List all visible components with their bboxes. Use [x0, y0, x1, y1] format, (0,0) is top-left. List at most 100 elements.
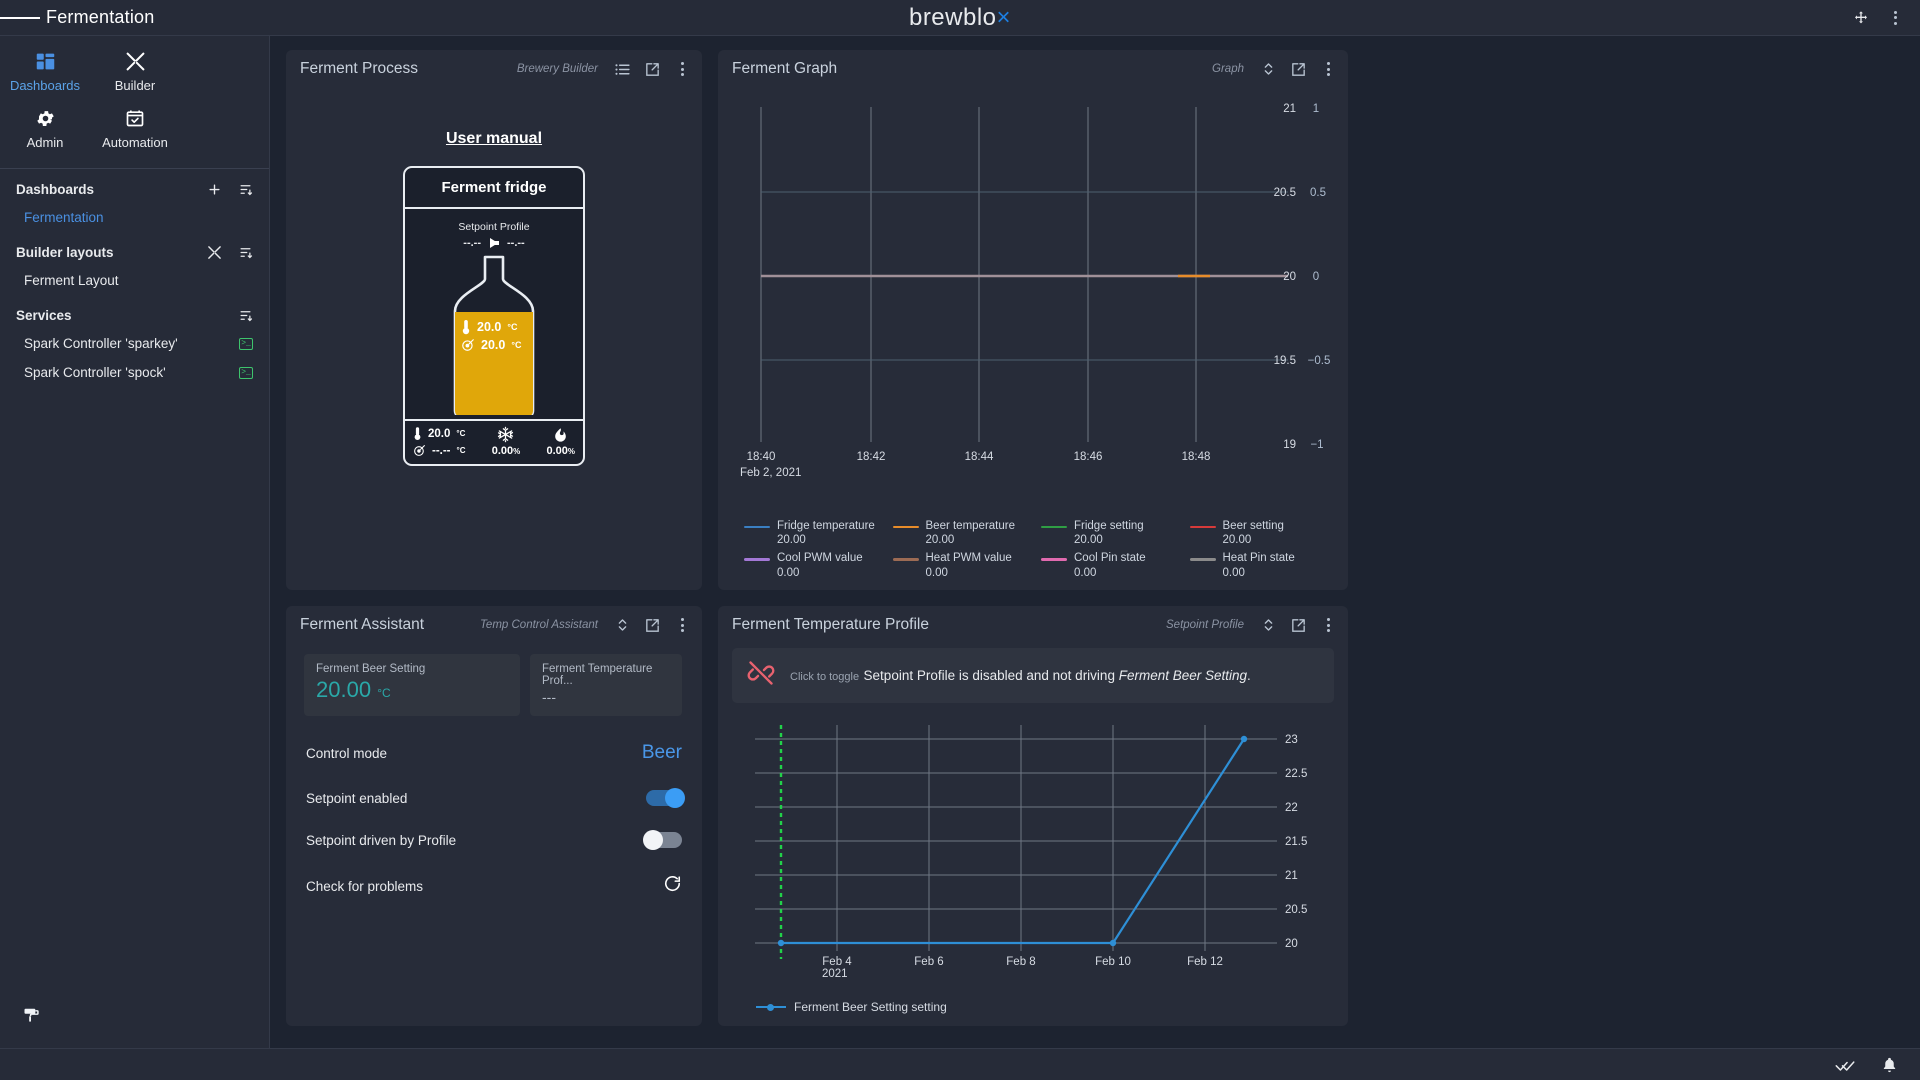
- bell-icon[interactable]: [1881, 1056, 1898, 1074]
- row-label: Setpoint driven by Profile: [306, 832, 457, 848]
- sidebar-item-admin[interactable]: Admin: [0, 101, 90, 158]
- legend-value: 0.00: [1222, 566, 1245, 579]
- card-ferment-beer-setting[interactable]: Ferment Beer Setting 20.00 °C: [304, 654, 520, 716]
- open-external-icon[interactable]: [642, 58, 662, 80]
- legend-swatch: [744, 525, 770, 528]
- svg-text:18:48: 18:48: [1182, 451, 1211, 463]
- sidebar-item-fermentation[interactable]: Fermentation: [0, 203, 269, 232]
- setpoint-driven-toggle[interactable]: [643, 830, 682, 850]
- profile-disabled-banner[interactable]: Click to toggle Setpoint Profile is disa…: [732, 648, 1334, 703]
- row-check-for-problems: Check for problems: [304, 874, 684, 898]
- legend-item[interactable]: Heat Pin state 0.00: [1189, 551, 1335, 580]
- svg-text:18:40: 18:40: [747, 451, 776, 463]
- sidebar-item-dashboards[interactable]: Dashboards: [0, 44, 90, 101]
- control-mode-value[interactable]: Beer: [642, 742, 682, 764]
- ferment-graph-plot[interactable]: 21 20.5 20 19.5 19 1 0.5 0 −0.5 −1 18:40…: [718, 88, 1348, 513]
- double-check-icon[interactable]: [1835, 1055, 1855, 1075]
- sort-icon[interactable]: [238, 308, 253, 323]
- app-body: Dashboards Builder Admin Automation Dash…: [0, 36, 1920, 1048]
- setpoint-profile-plot[interactable]: 23 22.5 22 21.5 21 20.5 20 Feb 4 Feb 6 F…: [732, 711, 1334, 1000]
- legend-item[interactable]: Heat PWM value 0.00: [892, 551, 1038, 580]
- row-label: Check for problems: [306, 878, 424, 894]
- legend-label: Fridge temperature: [777, 519, 875, 532]
- gear-icon: [0, 106, 90, 130]
- more-vertical-icon[interactable]: [672, 58, 692, 80]
- fridge-temperature-unit: °C: [456, 429, 466, 438]
- more-vertical-icon[interactable]: [672, 614, 692, 636]
- app-root: Fermentation brewblo× Dashboards Builder…: [0, 0, 1920, 1080]
- toggle-knob: [665, 788, 685, 808]
- open-external-icon[interactable]: [642, 614, 662, 636]
- brand-x-icon: ×: [996, 3, 1012, 31]
- open-external-icon[interactable]: [1288, 614, 1308, 636]
- sidebar-footer: [0, 1005, 269, 1048]
- more-vertical-icon[interactable]: [1318, 614, 1338, 636]
- svg-text:−1: −1: [1310, 439, 1323, 451]
- more-vertical-icon[interactable]: [1318, 58, 1338, 80]
- svg-text:19.5: 19.5: [1274, 355, 1296, 367]
- fridge-setting-unit: °C: [456, 446, 466, 455]
- expand-vertical-icon[interactable]: [1258, 58, 1278, 80]
- banner-hint: Click to toggle: [790, 670, 860, 683]
- legend-item[interactable]: Fridge setting 20.00: [1041, 519, 1186, 548]
- section-title: Builder layouts: [16, 245, 114, 260]
- legend-item[interactable]: Cool PWM value 0.00: [744, 551, 889, 580]
- tools-icon[interactable]: [207, 245, 222, 260]
- fridge-setting-value: --.--: [432, 444, 451, 457]
- legend-item[interactable]: Fridge temperature 20.00: [744, 519, 889, 548]
- list-icon[interactable]: [612, 58, 632, 80]
- legend-item[interactable]: Beer setting 20.00: [1189, 519, 1335, 548]
- sidebar-item-label: Dashboards: [9, 78, 81, 93]
- legend-value: 0.00: [777, 566, 800, 579]
- sidebar-item-ferment-layout[interactable]: Ferment Layout: [0, 266, 269, 295]
- sort-icon[interactable]: [238, 245, 253, 260]
- sort-icon[interactable]: [238, 182, 253, 197]
- sidebar-item-automation[interactable]: Automation: [90, 101, 180, 158]
- ferment-fridge-diagram[interactable]: Ferment fridge Setpoint Profile --.-- --…: [403, 166, 585, 466]
- legend-swatch: [744, 558, 770, 561]
- refresh-icon[interactable]: [663, 874, 682, 898]
- legend-label: Fridge setting: [1074, 519, 1144, 532]
- fridge-name: Ferment fridge: [405, 168, 583, 209]
- row-setpoint-driven-by-profile: Setpoint driven by Profile: [304, 830, 684, 850]
- sidebar-item-label: Spark Controller 'spock': [24, 365, 166, 380]
- paint-roller-icon[interactable]: [22, 1005, 269, 1030]
- more-vertical-icon[interactable]: [1880, 3, 1910, 33]
- svg-text:18:46: 18:46: [1074, 451, 1103, 463]
- user-manual-link[interactable]: User manual: [446, 130, 542, 148]
- profile-legend[interactable]: Ferment Beer Setting setting: [732, 1000, 1334, 1016]
- card-value: 20.00 °C: [316, 677, 508, 703]
- move-icon[interactable]: [1846, 3, 1876, 33]
- open-external-icon[interactable]: [1288, 58, 1308, 80]
- expand-vertical-icon[interactable]: [1258, 614, 1278, 636]
- legend-item[interactable]: Beer temperature 20.00: [892, 519, 1038, 548]
- setpoint-enabled-toggle[interactable]: [646, 788, 685, 808]
- card-value: ---: [542, 689, 556, 705]
- calendar-check-icon: [90, 106, 180, 130]
- svg-text:20: 20: [1285, 938, 1298, 950]
- svg-text:Feb 8: Feb 8: [1006, 956, 1035, 968]
- card-unit: °C: [377, 686, 391, 700]
- arrow-right-icon: [490, 238, 499, 248]
- widget-header: Ferment Temperature Profile Setpoint Pro…: [718, 606, 1348, 644]
- expand-vertical-icon[interactable]: [612, 614, 632, 636]
- heat-output: 0.00%: [546, 426, 575, 457]
- row-setpoint-enabled: Setpoint enabled: [304, 788, 685, 808]
- section-title: Services: [16, 308, 72, 323]
- card-ferment-temperature-profile[interactable]: Ferment Temperature Prof... ---: [530, 654, 682, 716]
- sidebar-item-spark-spock[interactable]: Spark Controller 'spock' >_: [0, 358, 269, 387]
- legend-item[interactable]: Cool Pin state 0.00: [1041, 551, 1186, 580]
- dashboard-grid: Ferment Process Brewery Builder User man…: [286, 50, 1904, 1026]
- widget-ferment-temperature-profile: Ferment Temperature Profile Setpoint Pro…: [718, 606, 1348, 1026]
- sidebar-item-builder[interactable]: Builder: [90, 44, 180, 101]
- svg-text:19: 19: [1283, 439, 1296, 451]
- svg-text:1: 1: [1313, 103, 1319, 115]
- legend-label: Heat PWM value: [925, 552, 1012, 565]
- profile-body: Click to toggle Setpoint Profile is disa…: [718, 644, 1348, 1026]
- sidebar-item-spark-sparkey[interactable]: Spark Controller 'sparkey' >_: [0, 329, 269, 358]
- plus-icon[interactable]: [207, 182, 222, 197]
- carboy-vessel: 20.0 °C 20.0 °C: [448, 255, 540, 415]
- row-control-mode[interactable]: Control mode Beer: [304, 742, 684, 764]
- svg-text:0.5: 0.5: [1310, 187, 1326, 199]
- hamburger-icon[interactable]: [0, 14, 40, 21]
